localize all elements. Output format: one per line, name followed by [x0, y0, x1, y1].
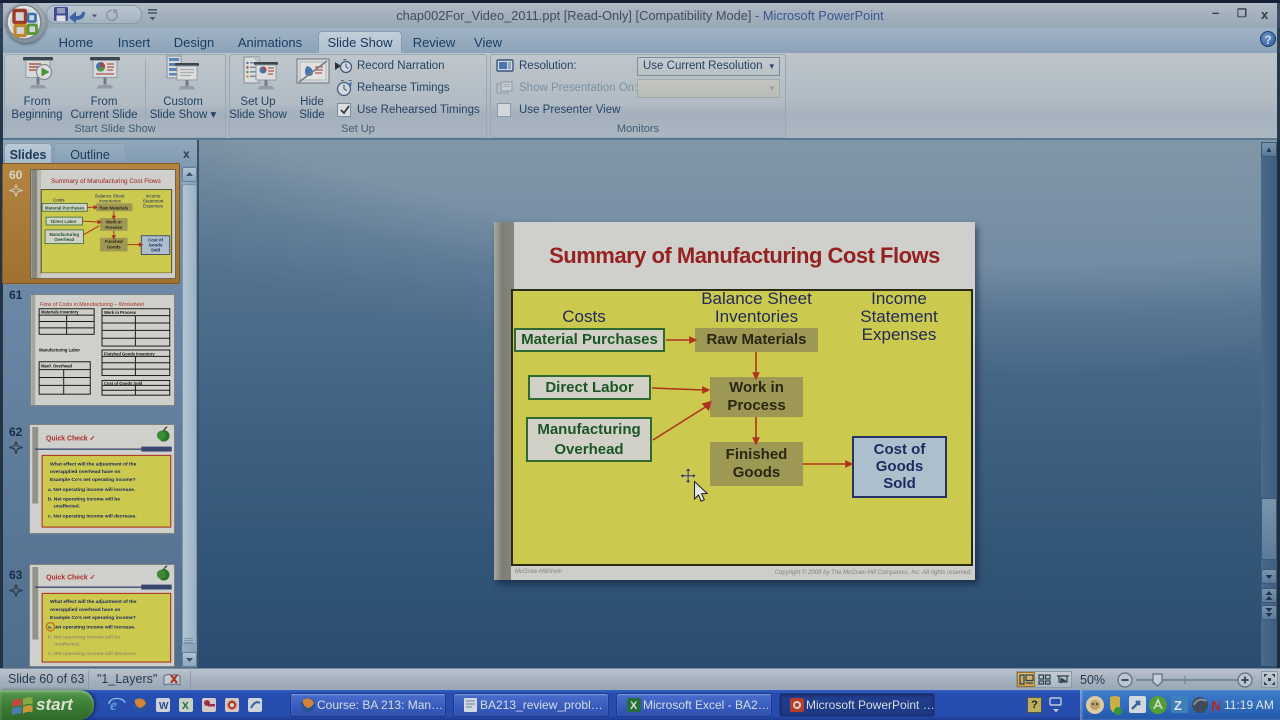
svg-text:Example Co's net operating inc: Example Co's net operating income? [50, 477, 136, 483]
svg-text:Costs: Costs [53, 197, 65, 202]
svg-text:What effect will the adjustmen: What effect will the adjustment of the [50, 599, 137, 605]
svg-text:b. Net operating income will b: b. Net operating income will be [48, 497, 120, 503]
svg-text:Sold: Sold [151, 247, 161, 252]
svg-text:Manufacturing: Manufacturing [49, 232, 79, 237]
svg-text:Materials Inventory: Materials Inventory [41, 310, 79, 315]
svg-text:W: W [159, 701, 169, 712]
svg-text:Process: Process [105, 225, 122, 230]
svg-text:Finished Goods Inventory: Finished Goods Inventory [104, 351, 155, 356]
svg-text:Example Co's net operating inc: Example Co's net operating income? [50, 615, 136, 621]
svg-text:Inventories: Inventories [99, 198, 122, 203]
svg-text:Flow of Costs in Manufacturing: Flow of Costs in Manufacturing – Workshe… [40, 302, 144, 308]
svg-text:Summary of Manufacturing Cost: Summary of Manufacturing Cost Flows [51, 178, 161, 185]
svg-text:c. Net operating income will d: c. Net operating income will decrease. [48, 651, 137, 657]
svg-text:X: X [630, 700, 638, 712]
svg-text:Goods: Goods [107, 245, 121, 250]
svg-text:Quick Check ✓: Quick Check ✓ [46, 436, 95, 443]
svg-text:a. Net operating income will i: a. Net operating income will increase. [48, 487, 136, 493]
svg-text:overapplied overhead have on: overapplied overhead have on [50, 469, 120, 475]
svg-text:Manf. Overhead: Manf. Overhead [41, 364, 72, 369]
svg-text:Work in Process: Work in Process [104, 310, 137, 315]
svg-text:Expenses: Expenses [143, 203, 164, 208]
svg-text:c. Net operating income will d: c. Net operating income will decrease. [48, 513, 137, 519]
svg-text:Work in: Work in [106, 220, 122, 225]
svg-text:Finished: Finished [105, 239, 123, 244]
svg-text:Z: Z [1174, 698, 1182, 713]
svg-text:unaffected.: unaffected. [54, 503, 81, 509]
svg-text:X: X [182, 701, 189, 712]
svg-text:a. Net operating income will i: a. Net operating income will increase. [48, 625, 136, 631]
svg-text:unaffected.: unaffected. [54, 641, 81, 647]
svg-text:Material Purchases: Material Purchases [45, 205, 85, 210]
svg-text:b. Net operating income will b: b. Net operating income will be [48, 635, 120, 641]
svg-text:What effect will the adjustmen: What effect will the adjustment of the [50, 461, 137, 467]
svg-text:Direct Labor: Direct Labor [51, 219, 77, 224]
svg-text:Cost of Goods Sold: Cost of Goods Sold [104, 381, 143, 386]
svg-text:N: N [1211, 698, 1220, 715]
svg-text:Quick Check ✓: Quick Check ✓ [46, 575, 95, 582]
svg-text:Raw Materials: Raw Materials [99, 205, 128, 210]
svg-text:overapplied overhead have on: overapplied overhead have on [50, 607, 120, 613]
svg-text:Manufacturing Labor: Manufacturing Labor [39, 347, 80, 352]
svg-text:Overhead: Overhead [54, 237, 74, 242]
